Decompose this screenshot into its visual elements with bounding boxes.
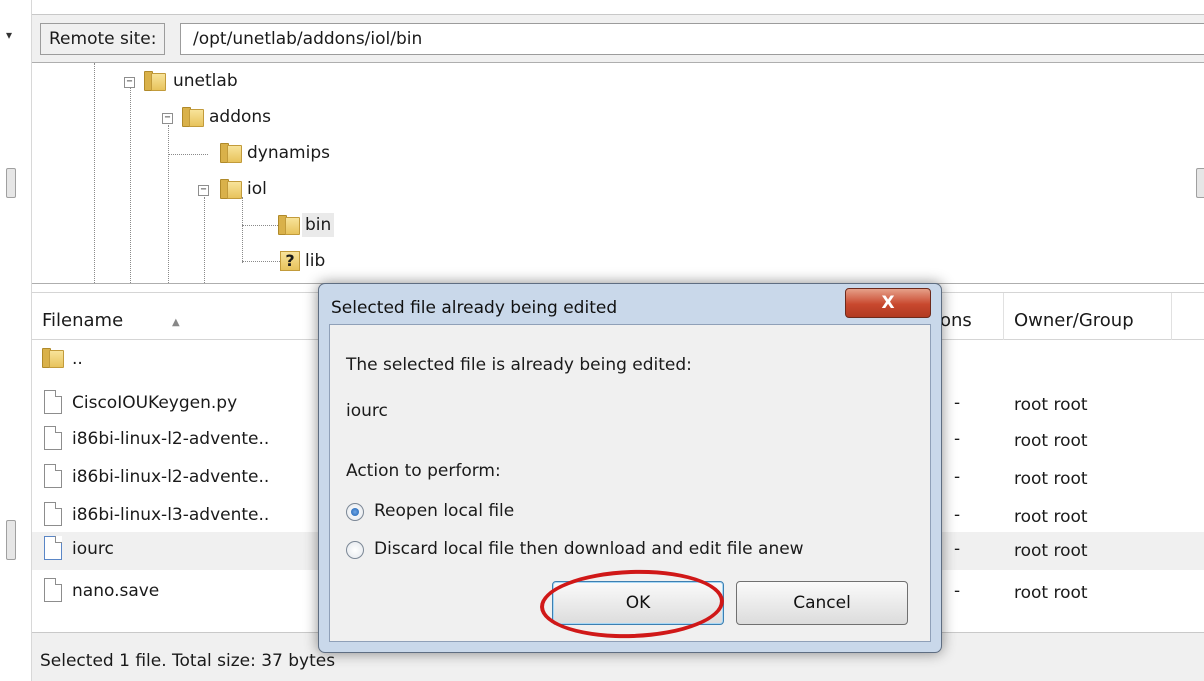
file-permissions: - <box>954 581 961 601</box>
radio-reopen-local-file[interactable] <box>346 503 364 521</box>
remote-site-bar: Remote site: /opt/unetlab/addons/iol/bin <box>32 14 1204 62</box>
dialog-message: The selected file is already being edite… <box>346 355 692 375</box>
tree-node-iol[interactable]: iol <box>244 177 270 201</box>
tree-scrollbar-thumb[interactable] <box>1196 168 1204 198</box>
tree-guide-line <box>168 125 169 285</box>
tree-guide-line <box>168 154 208 155</box>
close-icon[interactable]: X <box>845 288 931 318</box>
left-scrollbar-thumb-top[interactable] <box>6 168 16 198</box>
tree-guide-line <box>94 63 95 285</box>
file-owner: root root <box>1014 469 1088 489</box>
folder-icon <box>220 143 242 163</box>
file-already-edited-dialog: Selected file already being edited X The… <box>318 283 942 653</box>
file-name: .. <box>72 349 83 369</box>
file-icon <box>44 426 62 450</box>
tree-guide-line <box>242 261 282 262</box>
question-folder-icon: ? <box>280 251 300 271</box>
file-owner: root root <box>1014 583 1088 603</box>
ok-button[interactable]: OK <box>552 581 724 625</box>
tree-node-bin[interactable]: bin <box>302 213 335 237</box>
file-icon <box>44 578 62 602</box>
file-name: i86bi-linux-l3-advente.. <box>72 505 270 525</box>
column-header-permissions[interactable]: ons <box>932 293 1004 340</box>
radio-discard-and-download[interactable] <box>346 541 364 559</box>
tree-guide-line <box>130 87 131 285</box>
tree-node-unetlab[interactable]: unetlab <box>170 69 241 93</box>
file-permissions: - <box>954 505 961 525</box>
file-icon <box>44 464 62 488</box>
file-name: CiscoIOUKeygen.py <box>72 393 238 413</box>
tree-collapse-toggle[interactable]: − <box>124 77 135 88</box>
file-name: nano.save <box>72 581 160 601</box>
dialog-filename: iourc <box>346 401 388 421</box>
tree-guide-line <box>204 197 205 285</box>
remote-directory-tree: − unetlab − addons dynamips − iol bin ? … <box>32 62 1204 285</box>
radio-label-reopen[interactable]: Reopen local file <box>374 501 514 521</box>
file-icon <box>44 390 62 414</box>
folder-icon <box>144 71 166 91</box>
folder-icon <box>42 348 64 368</box>
radio-label-discard[interactable]: Discard local file then download and edi… <box>374 539 804 559</box>
column-header-owner-group[interactable]: Owner/Group <box>1004 293 1172 340</box>
dropdown-arrow-icon[interactable]: ▾ <box>6 28 12 42</box>
folder-icon <box>220 179 242 199</box>
left-pane-edge: ▾ <box>0 0 32 681</box>
tree-collapse-toggle[interactable]: − <box>162 113 173 124</box>
folder-icon <box>182 107 204 127</box>
remote-site-path-input[interactable]: /opt/unetlab/addons/iol/bin <box>180 23 1204 55</box>
action-label: Action to perform: <box>346 461 501 481</box>
tree-node-lib[interactable]: lib <box>302 249 328 273</box>
file-permissions: - <box>954 429 961 449</box>
tree-collapse-toggle[interactable]: − <box>198 185 209 196</box>
file-owner: root root <box>1014 395 1088 415</box>
file-permissions: - <box>954 539 961 559</box>
file-icon <box>44 502 62 526</box>
folder-icon <box>278 215 300 235</box>
left-scrollbar-thumb-bottom[interactable] <box>6 520 16 560</box>
file-name: i86bi-linux-l2-advente.. <box>72 467 270 487</box>
file-permissions: - <box>954 393 961 413</box>
tree-guide-line <box>242 225 282 226</box>
file-name: iourc <box>72 539 114 559</box>
tree-node-dynamips[interactable]: dynamips <box>244 141 333 165</box>
cancel-button[interactable]: Cancel <box>736 581 908 625</box>
dialog-body: The selected file is already being edite… <box>329 324 931 642</box>
file-icon <box>44 536 62 560</box>
dialog-title: Selected file already being edited <box>331 298 618 318</box>
file-owner: root root <box>1014 507 1088 527</box>
file-name: i86bi-linux-l2-advente.. <box>72 429 270 449</box>
tree-node-addons[interactable]: addons <box>206 105 274 129</box>
file-permissions: - <box>954 467 961 487</box>
column-header-filename[interactable]: ▲ Filename <box>32 293 322 340</box>
remote-site-label: Remote site: <box>40 23 166 55</box>
file-owner: root root <box>1014 541 1088 561</box>
status-text: Selected 1 file. Total size: 37 bytes <box>40 651 336 671</box>
file-owner: root root <box>1014 431 1088 451</box>
tree-guide-line <box>242 197 243 263</box>
